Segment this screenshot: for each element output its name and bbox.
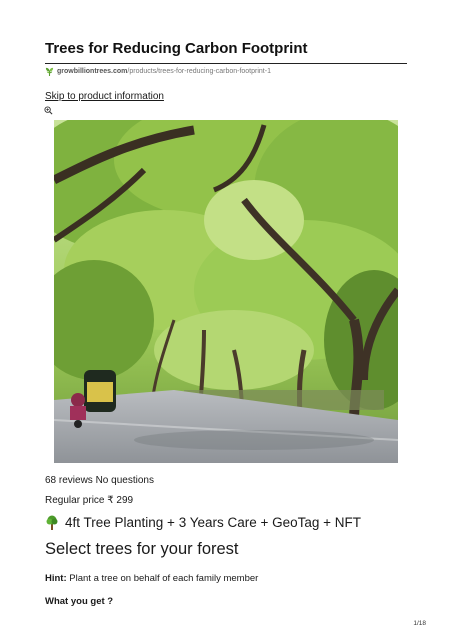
variant-option[interactable]: 4ft Tree Planting + 3 Years Care + GeoTa… xyxy=(45,515,361,530)
site-logo-icon xyxy=(45,67,54,76)
price: Regular price ₹ 299 xyxy=(45,495,133,506)
hint-text: Hint: Plant a tree on behalf of each fam… xyxy=(45,573,258,584)
section-heading: Select trees for your forest xyxy=(45,540,239,558)
source-url[interactable]: growbilliontrees.com /products/trees-for… xyxy=(45,67,271,76)
hint-body: Plant a tree on behalf of each family me… xyxy=(69,573,259,584)
product-image[interactable] xyxy=(54,120,398,463)
title-divider xyxy=(45,63,407,64)
price-value: ₹ 299 xyxy=(107,495,134,506)
source-domain: growbilliontrees.com xyxy=(57,68,128,75)
reviews-summary[interactable]: 68 reviews No questions xyxy=(45,475,154,486)
zoom-icon[interactable] xyxy=(44,102,53,120)
tree-icon xyxy=(45,515,59,530)
skip-to-product-link[interactable]: Skip to product information xyxy=(45,91,164,102)
page-number: 1/18 xyxy=(413,620,426,627)
price-label: Regular price xyxy=(45,495,105,506)
source-path: /products/trees-for-reducing-carbon-foot… xyxy=(127,68,271,75)
page-title: Trees for Reducing Carbon Footprint xyxy=(45,40,308,57)
hint-label: Hint: xyxy=(45,573,67,584)
variant-label: 4ft Tree Planting + 3 Years Care + GeoTa… xyxy=(65,515,362,530)
what-you-get-heading: What you get ? xyxy=(45,596,114,607)
